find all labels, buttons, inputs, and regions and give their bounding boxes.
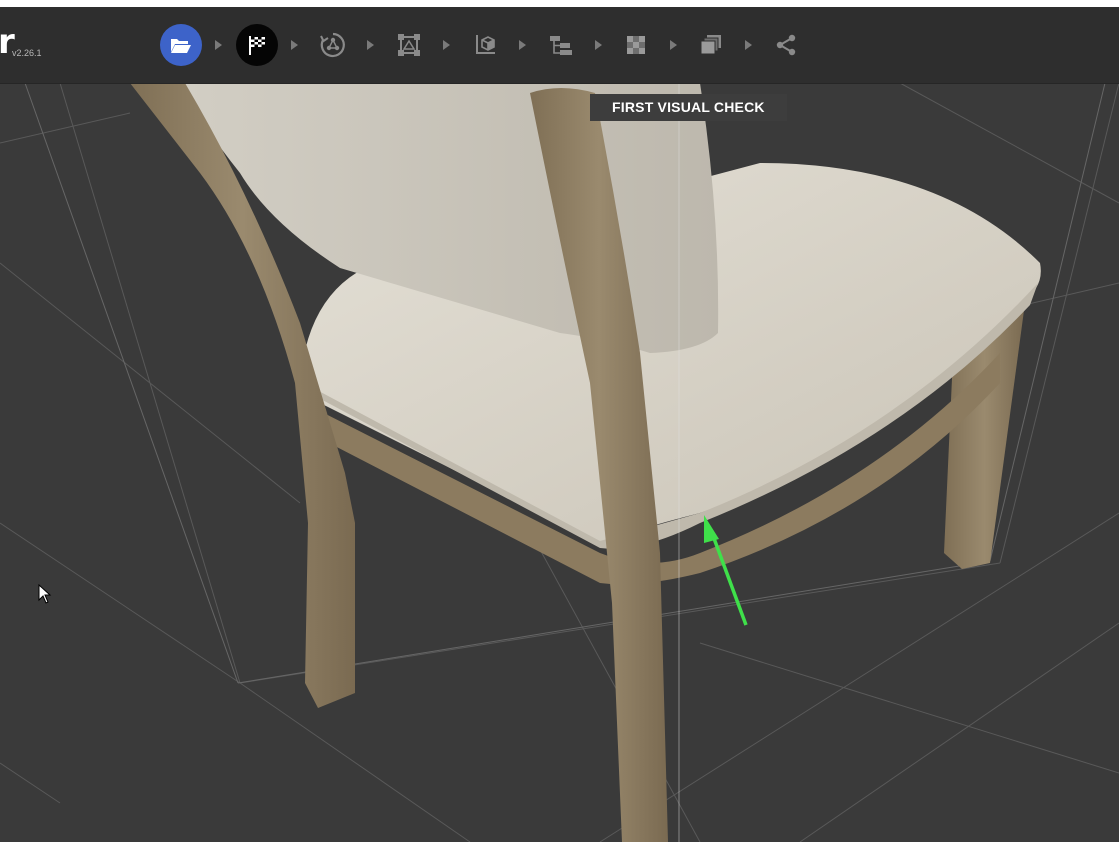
step-first-visual-check-button[interactable] [236, 24, 278, 66]
app-window: r v2.26.1 FIRST VISUAL CHECK [0, 7, 1119, 842]
step-9-share-button[interactable] [764, 25, 808, 65]
circular-arrows-icon [320, 32, 345, 58]
step-open-file-button[interactable] [160, 24, 202, 66]
step-separator [519, 40, 526, 50]
mouse-pointer-icon [38, 583, 52, 609]
scene-render [0, 72, 1119, 842]
share-icon [776, 34, 796, 56]
step-7-button[interactable] [614, 25, 658, 65]
checker-texture-icon [627, 36, 645, 54]
uv-unwrap-icon [476, 35, 495, 54]
step-separator [595, 40, 602, 50]
step-4-button[interactable] [387, 25, 431, 65]
step-separator [367, 40, 374, 50]
vertex-square-icon [398, 34, 420, 56]
step-separator [215, 40, 222, 50]
folder-open-icon [171, 39, 191, 53]
step-8-button[interactable] [689, 25, 733, 65]
workflow-toolbar: r v2.26.1 [0, 7, 1119, 84]
stacked-layers-icon [700, 35, 721, 55]
app-version: v2.26.1 [12, 48, 42, 58]
checkered-flag-icon [249, 36, 265, 55]
step-3-button[interactable] [311, 25, 355, 65]
step-6-button[interactable] [539, 25, 583, 65]
step-5-button[interactable] [463, 25, 507, 65]
3d-viewport[interactable] [0, 72, 1119, 842]
step-separator [670, 40, 677, 50]
hierarchy-icon [550, 36, 572, 55]
step-separator [745, 40, 752, 50]
step-separator [291, 40, 298, 50]
step-separator [443, 40, 450, 50]
stage-title: FIRST VISUAL CHECK [590, 94, 787, 121]
